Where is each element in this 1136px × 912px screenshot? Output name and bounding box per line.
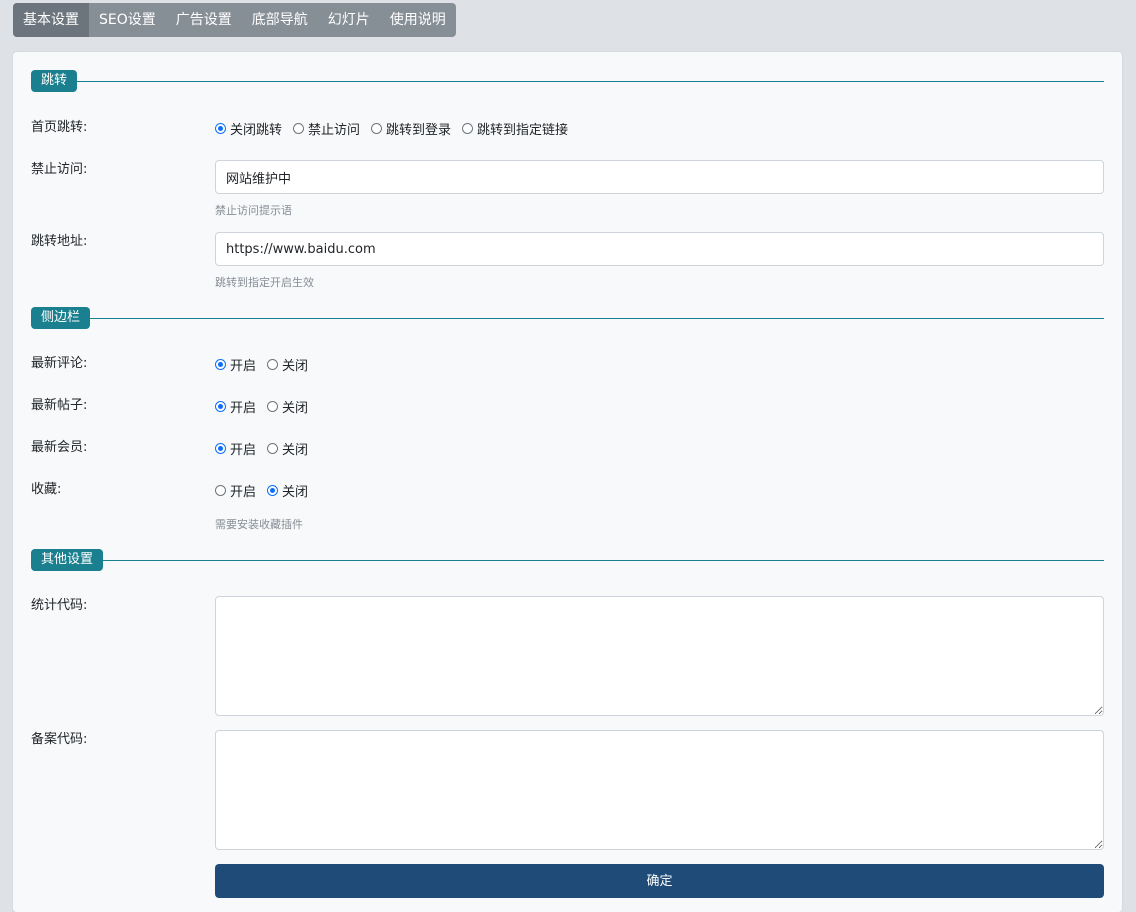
radio-label: 开启	[230, 443, 257, 458]
tab-ad-settings[interactable]: 广告设置	[166, 3, 242, 37]
latest-posts-radio-group: 开启 关闭	[215, 397, 319, 416]
radio-label: 关闭	[282, 443, 309, 458]
latest-posts-label: 最新帖子:	[31, 398, 88, 413]
homepage-redirect-radio-group: 关闭跳转 禁止访问 跳转到登录 跳转到指定链接	[215, 119, 579, 138]
forbid-access-label: 禁止访问:	[31, 162, 88, 177]
radio-option-redirect-link[interactable]: 跳转到指定链接	[462, 119, 568, 138]
section-title-redirect: 跳转	[31, 70, 78, 92]
tab-seo-settings[interactable]: SEO设置	[89, 3, 166, 37]
forbid-access-help: 禁止访问提示语	[215, 204, 292, 217]
settings-tabs: 基本设置 SEO设置 广告设置 底部导航 幻灯片 使用说明	[13, 3, 456, 37]
section-divider	[31, 560, 1104, 561]
radio-option-off[interactable]: 关闭	[267, 397, 308, 416]
radio-option-on[interactable]: 开启	[215, 397, 256, 416]
radio-option-on[interactable]: 开启	[215, 481, 256, 500]
tab-footer-nav[interactable]: 底部导航	[242, 3, 318, 37]
section-title-other: 其他设置	[31, 549, 104, 571]
favorites-label: 收藏:	[31, 482, 62, 497]
favorites-radio-group: 开启 关闭	[215, 481, 319, 500]
stats-code-textarea[interactable]	[215, 596, 1104, 716]
settings-card: 跳转 首页跳转: 关闭跳转 禁止访问 跳转到登录 跳转到指定链接 禁止访问: 禁…	[13, 52, 1122, 912]
radio-button[interactable]	[267, 401, 279, 412]
radio-option-on[interactable]: 开启	[215, 439, 256, 458]
redirect-url-input[interactable]	[215, 232, 1104, 266]
latest-members-label: 最新会员:	[31, 440, 88, 455]
radio-button[interactable]	[215, 443, 226, 454]
radio-button[interactable]	[215, 485, 226, 496]
radio-option-off[interactable]: 关闭	[267, 481, 308, 500]
radio-button[interactable]	[267, 443, 279, 454]
redirect-url-label: 跳转地址:	[31, 234, 88, 249]
section-header-other: 其他设置	[31, 549, 1104, 571]
radio-label: 开启	[230, 359, 257, 374]
radio-option-redirect-login[interactable]: 跳转到登录	[371, 119, 451, 138]
tab-usage-guide[interactable]: 使用说明	[380, 3, 456, 37]
radio-label: 关闭	[282, 401, 309, 416]
tab-slideshow[interactable]: 幻灯片	[318, 3, 380, 37]
radio-button[interactable]	[371, 123, 383, 134]
radio-button[interactable]	[462, 123, 474, 134]
radio-label: 禁止访问	[308, 123, 361, 138]
radio-option-close-redirect[interactable]: 关闭跳转	[215, 119, 282, 138]
radio-option-forbid-access[interactable]: 禁止访问	[293, 119, 360, 138]
radio-button[interactable]	[267, 485, 279, 496]
section-divider	[31, 81, 1104, 82]
section-header-redirect: 跳转	[31, 70, 1104, 92]
radio-label: 关闭	[282, 485, 309, 500]
favorites-help: 需要安装收藏插件	[215, 518, 303, 531]
section-header-sidebar: 侧边栏	[31, 307, 1104, 329]
radio-label: 开启	[230, 401, 257, 416]
tab-basic-settings[interactable]: 基本设置	[13, 3, 89, 37]
radio-label: 关闭	[282, 359, 309, 374]
latest-members-radio-group: 开启 关闭	[215, 439, 319, 458]
radio-label: 开启	[230, 485, 257, 500]
radio-option-on[interactable]: 开启	[215, 355, 256, 374]
radio-button[interactable]	[215, 123, 226, 134]
confirm-button[interactable]: 确定	[215, 864, 1104, 898]
radio-button[interactable]	[267, 359, 279, 370]
redirect-url-help: 跳转到指定开启生效	[215, 276, 314, 289]
radio-option-off[interactable]: 关闭	[267, 439, 308, 458]
forbid-access-input[interactable]	[215, 160, 1104, 194]
radio-label: 跳转到登录	[386, 123, 452, 138]
stats-code-label: 统计代码:	[31, 598, 88, 613]
radio-button[interactable]	[293, 123, 305, 134]
radio-label: 关闭跳转	[230, 123, 283, 138]
homepage-redirect-label: 首页跳转:	[31, 120, 88, 135]
section-title-sidebar: 侧边栏	[31, 307, 91, 329]
beian-code-label: 备案代码:	[31, 732, 88, 747]
latest-comments-radio-group: 开启 关闭	[215, 355, 319, 374]
beian-code-textarea[interactable]	[215, 730, 1104, 850]
radio-label: 跳转到指定链接	[477, 123, 569, 138]
radio-option-off[interactable]: 关闭	[267, 355, 308, 374]
latest-comments-label: 最新评论:	[31, 356, 88, 371]
section-divider	[31, 318, 1104, 319]
radio-button[interactable]	[215, 359, 226, 370]
radio-button[interactable]	[215, 401, 226, 412]
